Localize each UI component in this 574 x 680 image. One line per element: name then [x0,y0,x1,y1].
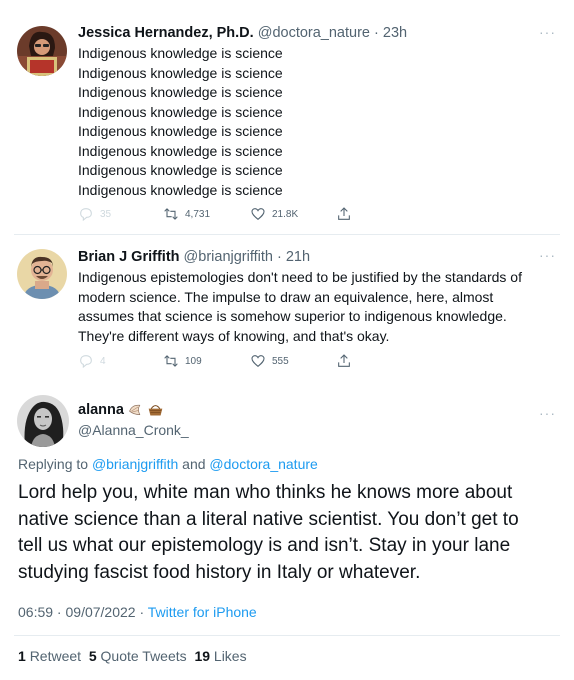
more-options-icon[interactable]: ··· [539,406,556,420]
share-icon [338,207,350,220]
reply-icon [80,355,92,369]
text-line: Indigenous knowledge is science [78,84,283,100]
quote-tweets-stat[interactable]: 5 Quote Tweets [89,648,187,664]
heart-icon [251,355,265,368]
retweet-icon [164,355,178,367]
like-count: 555 [272,355,289,367]
like-count: 21.8K [272,208,299,220]
share-button[interactable] [336,353,352,369]
reply-mention-brian[interactable]: @brianjgriffith [92,456,178,472]
display-name[interactable]: Jessica Hernandez, Ph.D. [78,25,254,41]
stats-divider [14,635,560,636]
avatar-jessica[interactable] [17,26,67,76]
text-line: Indigenous knowledge is science [78,103,283,120]
text-line: Indigenous knowledge is science [78,45,283,61]
retweet-count: 109 [185,355,202,367]
likes-stat[interactable]: 19 Likes [194,648,246,664]
basket-emoji-icon [148,405,163,416]
like-button[interactable]: 555 [250,353,289,369]
tweet-date[interactable]: 09/07/2022 [66,604,136,620]
avatar-alanna[interactable] [17,395,69,447]
text-line: Indigenous knowledge is science [78,181,283,198]
action-bar: 4 109 555 [78,353,378,373]
action-bar: 35 4,731 21.8K [78,206,378,226]
reply-count: 35 [100,208,112,220]
retweet-button[interactable]: 109 [163,353,202,369]
heart-icon [251,208,265,221]
reply-button[interactable]: 4 [78,353,106,369]
text-line: Indigenous epistemologies don't need to … [78,269,522,285]
reply-icon [80,208,92,222]
tweet-time[interactable]: 06:59 [18,604,53,620]
reply-count: 4 [100,355,106,367]
tweet-text: Indigenous epistemologies don't need to … [78,268,522,346]
tweet-text: Lord help you, white man who thinks he k… [18,480,519,586]
text-line: Indigenous knowledge is science [78,142,283,159]
display-name[interactable]: Brian J Griffith [78,249,180,265]
reply-button[interactable]: 35 [78,206,111,222]
user-handle[interactable]: @brianjgriffith [184,249,273,265]
text-line: They're different ways of knowing, and t… [78,327,390,344]
text-line: studying fascist food history in Italy o… [18,561,421,583]
reply-mention-doctora[interactable]: @doctora_nature [209,456,317,472]
tweet-source[interactable]: Twitter for iPhone [148,604,257,620]
like-button[interactable]: 21.8K [250,206,298,222]
tweet-header: Brian J Griffith @brianjgriffith · 21h [78,249,311,265]
user-handle[interactable]: @doctora_nature [258,25,370,41]
retweet-button[interactable]: 4,731 [163,206,210,222]
text-line: Indigenous knowledge is science [78,123,283,139]
text-line: native science than a literal native sci… [18,508,519,530]
display-name[interactable]: alanna [78,402,124,418]
text-line: modern science. The impulse to draw an e… [78,288,494,305]
timestamp[interactable]: 21h [286,249,310,265]
text-line: tell us what our epistemology is and isn… [18,535,511,556]
retweet-icon [164,208,178,220]
timestamp[interactable]: 23h [383,25,407,41]
user-handle[interactable]: @Alanna_Cronk_ [78,422,189,438]
tweet-stats: 1 Retweet 5 Quote Tweets 19 Likes [18,648,247,664]
more-options-icon[interactable]: ··· [539,248,556,262]
share-button[interactable] [336,206,352,222]
avatar-brian[interactable] [17,249,67,299]
text-line: Indigenous knowledge is science [78,162,283,178]
tweet-text: Indigenous knowledge is science Indigeno… [78,44,283,200]
tweet-header: Jessica Hernandez, Ph.D. @doctora_nature… [78,25,408,41]
share-icon [338,354,350,367]
text-line: assumes that science is somehow superior… [78,308,507,324]
retweet-count: 4,731 [185,208,211,220]
more-options-icon[interactable]: ··· [539,25,556,39]
text-line: Lord help you, white man who thinks he k… [18,482,513,503]
display-name-row: alanna [78,401,164,418]
replying-to: Replying to @brianjgriffith and @doctora… [18,456,318,472]
text-line: Indigenous knowledge is science [78,64,283,81]
retweets-stat[interactable]: 1 Retweet [18,648,81,664]
tweet-meta: 06:59 · 09/07/2022 · Twitter for iPhone [18,604,257,620]
seashell-emoji-icon [129,404,141,415]
tweet-divider [14,234,560,235]
